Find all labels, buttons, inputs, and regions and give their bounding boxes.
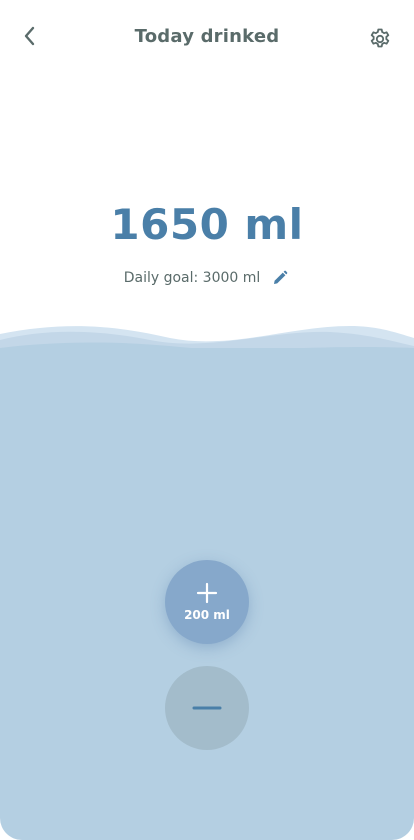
pencil-icon bbox=[274, 270, 288, 284]
daily-goal-row: Daily goal: 3000 ml bbox=[0, 268, 414, 288]
gear-icon bbox=[370, 28, 390, 48]
page-title: Today drinked bbox=[134, 26, 280, 47]
intake-amount: 1650 ml bbox=[110, 200, 304, 249]
minus-icon bbox=[192, 706, 222, 710]
add-amount-label: 200 ml bbox=[184, 608, 230, 622]
settings-button[interactable] bbox=[364, 23, 396, 55]
edit-goal-button[interactable] bbox=[270, 268, 290, 288]
add-water-button[interactable]: 200 ml bbox=[165, 560, 249, 644]
header: Today drinked bbox=[0, 0, 414, 76]
plus-icon bbox=[196, 582, 218, 604]
daily-goal-text: Daily goal: 3000 ml bbox=[123, 270, 261, 286]
screen: Today drinked 1650 ml Daily goal: 3000 m… bbox=[0, 0, 414, 840]
remove-water-button[interactable] bbox=[165, 666, 249, 750]
